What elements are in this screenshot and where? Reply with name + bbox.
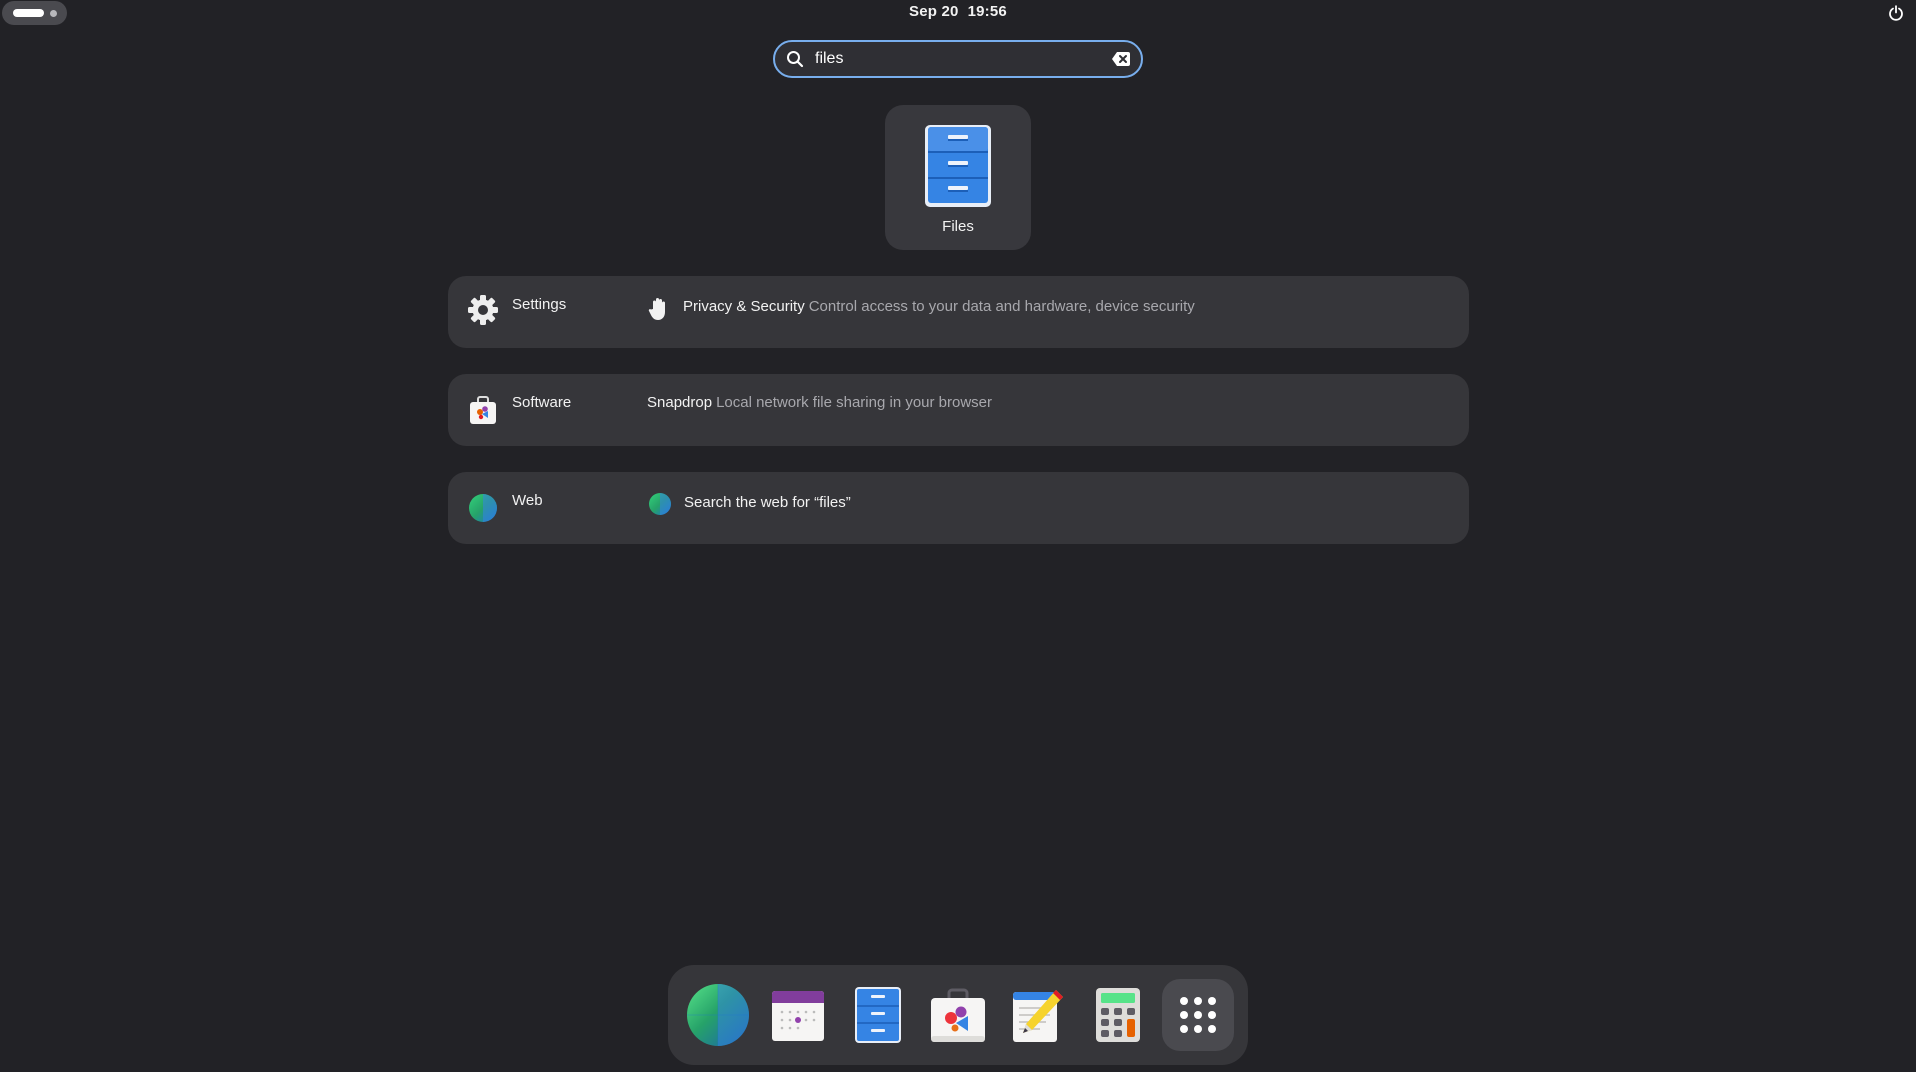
top-bar: Sep 20 19:56 [0, 0, 1916, 26]
globe-icon [648, 492, 672, 516]
provider-name-web: Web [512, 492, 543, 509]
result-title: Search the web for “files” [684, 494, 851, 511]
software-result-snapdrop[interactable]: Snapdrop Local network file sharing in yo… [647, 394, 992, 411]
power-icon[interactable] [1886, 3, 1906, 23]
provider-name-settings: Settings [512, 296, 567, 313]
show-apps-grid-icon[interactable] [1162, 979, 1234, 1051]
clear-search-icon[interactable] [1111, 50, 1131, 68]
result-description: Local network file sharing in your brows… [716, 394, 993, 411]
globe-icon[interactable] [467, 492, 499, 524]
result-title: Privacy & Security [683, 298, 805, 315]
provider-row-settings: Settings Privacy & Security Control acces… [448, 276, 1469, 348]
gear-icon[interactable] [467, 294, 499, 326]
search-bar[interactable] [773, 40, 1143, 78]
app-result-label: Files [942, 218, 974, 235]
clock-time: 19:56 [967, 3, 1007, 20]
provider-row-web: Web Search the web for “files” [448, 472, 1469, 544]
search-input[interactable] [815, 46, 1095, 72]
text-editor-icon[interactable] [1002, 979, 1074, 1051]
search-icon [785, 49, 805, 69]
settings-result-privacy[interactable]: Privacy & Security Control access to your… [683, 298, 1195, 315]
calculator-icon[interactable] [1082, 979, 1154, 1051]
files-cabinet-icon [924, 123, 992, 209]
provider-row-software: Software Snapdrop Local network file shar… [448, 374, 1469, 446]
dock [668, 965, 1248, 1065]
software-bag-icon[interactable] [467, 394, 499, 426]
app-result-files[interactable]: Files [885, 105, 1031, 250]
files-cabinet-icon[interactable] [842, 979, 914, 1051]
result-description: Control access to your data and hardware… [808, 298, 1195, 315]
calendar-icon[interactable] [762, 979, 834, 1051]
clock[interactable]: Sep 20 19:56 [0, 3, 1916, 20]
software-bag-icon[interactable] [922, 979, 994, 1051]
clock-date: Sep 20 [909, 3, 959, 20]
web-result-search[interactable]: Search the web for “files” [684, 494, 851, 511]
web-browser-globe-icon[interactable] [682, 979, 754, 1051]
raised-hand-icon [646, 296, 672, 322]
provider-name-software: Software [512, 394, 572, 411]
result-title: Snapdrop [647, 394, 713, 411]
